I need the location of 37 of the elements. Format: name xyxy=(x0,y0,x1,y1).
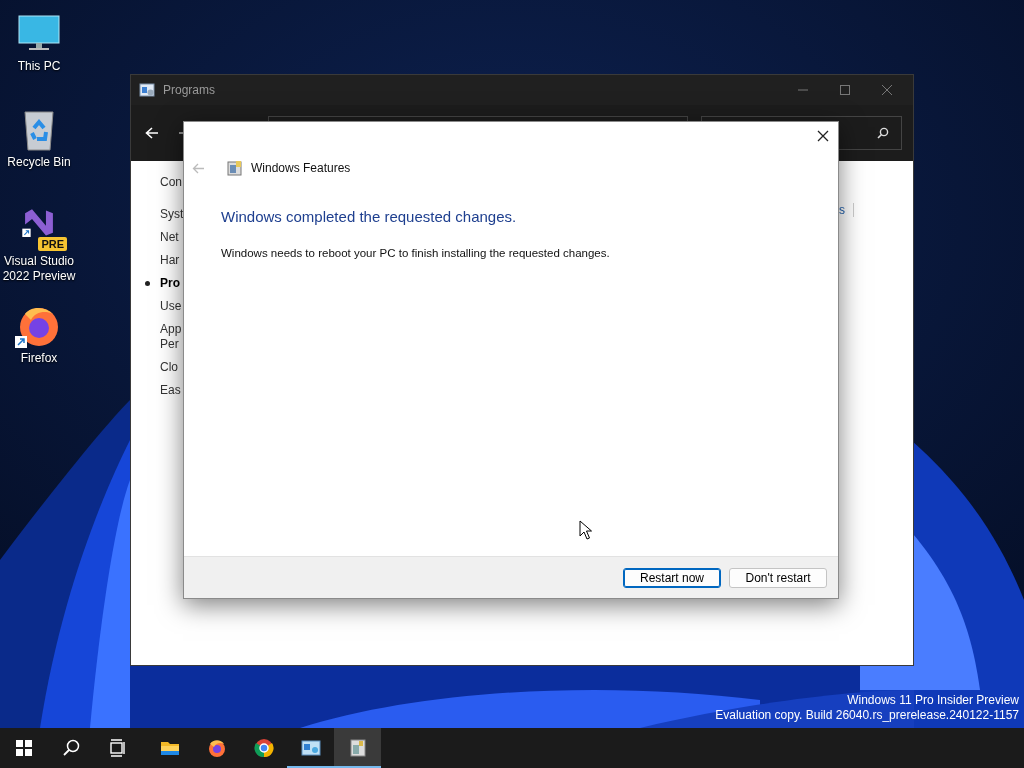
dialog-title: Windows Features xyxy=(251,160,351,177)
icon-label[interactable]: Firefox xyxy=(20,351,58,366)
badge-label: PRE xyxy=(38,237,67,251)
close-icon[interactable] xyxy=(817,130,829,142)
control-panel-icon xyxy=(300,738,321,758)
sidebar-link[interactable]: Clo xyxy=(160,360,184,375)
icon-label[interactable]: This PC xyxy=(17,59,61,74)
cursor-icon xyxy=(579,520,592,540)
features-icon xyxy=(347,738,368,758)
taskbar-button[interactable] xyxy=(334,728,381,768)
browser-icon xyxy=(206,738,227,758)
sidebar-link[interactable]: Use xyxy=(160,299,184,314)
sidebar-link[interactable]: Net xyxy=(160,230,184,245)
dialog-message: Windows needs to reboot your PC to finish installing the requested changes. xyxy=(221,245,610,261)
sidebar-link[interactable]: Syst xyxy=(160,207,184,222)
dialog-heading: Windows completed the requested changes. xyxy=(221,207,518,227)
sidebar-link[interactable]: App Per xyxy=(160,322,184,352)
sidebar-link[interactable]: Pro xyxy=(160,276,184,291)
watermark-text: Windows 11 Pro Insider Preview xyxy=(846,693,1019,708)
maximize-icon[interactable] xyxy=(839,84,851,96)
watermark-text: Evaluation copy. Build 26040.rs_prerelease.240122-1157 xyxy=(715,708,1019,723)
control-panel-icon xyxy=(139,82,155,98)
sidebar-link[interactable]: Con xyxy=(160,175,184,190)
browser-icon xyxy=(253,738,274,758)
icon-label[interactable]: Recycle Bin xyxy=(7,155,71,170)
dismiss-button[interactable]: Don't restart xyxy=(729,567,827,588)
restart-button[interactable]: Restart now xyxy=(623,567,721,588)
link-text[interactable]: s xyxy=(839,201,845,219)
start-icon xyxy=(13,738,34,758)
sidebar-link[interactable]: Eas xyxy=(160,383,184,398)
sidebar-link[interactable]: Har xyxy=(160,253,184,268)
window-title: Programs xyxy=(163,82,215,99)
task-view-icon xyxy=(107,738,128,758)
icon-label[interactable]: Visual Studio 2022 Preview xyxy=(2,254,76,284)
bullet-icon xyxy=(145,281,150,286)
search-icon xyxy=(877,127,889,139)
features-icon xyxy=(227,160,243,176)
